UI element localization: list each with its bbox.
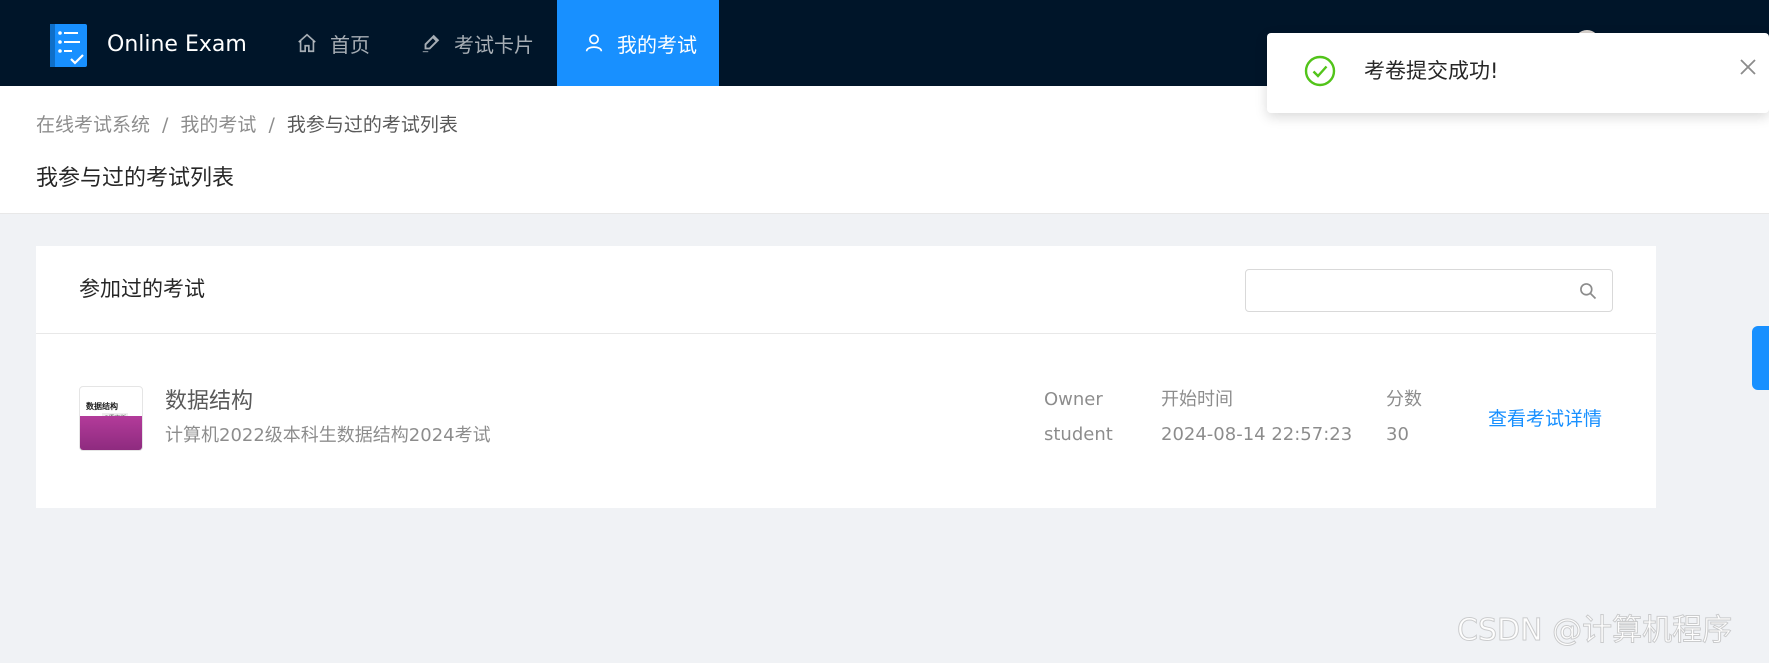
nav-label-my-exams: 我的考试: [617, 32, 697, 57]
owner-label: Owner: [1044, 389, 1103, 410]
nav-label-home: 首页: [330, 32, 370, 57]
check-circle-icon: [1304, 55, 1336, 87]
breadcrumb-item-my-exams[interactable]: 我的考试: [180, 111, 256, 139]
exam-list-card: 参加过的考试 数据结构 C语言版 数据结构 计算机2022级本科生数据结构202…: [36, 246, 1656, 508]
watermark-text: CSDN @计算机程序: [1456, 613, 1733, 649]
score-value: 30: [1386, 424, 1409, 445]
search-input[interactable]: [1256, 276, 1556, 306]
breadcrumb-item-system[interactable]: 在线考试系统: [36, 111, 150, 139]
cover-title: 数据结构: [86, 402, 118, 411]
start-time-column: 开始时间 2024-08-14 22:57:23: [1161, 386, 1352, 449]
success-notification: 考卷提交成功!: [1267, 33, 1769, 113]
nav-item-home[interactable]: 首页: [296, 0, 370, 86]
user-icon: [585, 34, 603, 52]
search-icon[interactable]: [1578, 281, 1598, 301]
owner-column: Owner student: [1044, 386, 1113, 449]
app-logo-icon: [50, 24, 87, 67]
home-icon: [298, 33, 316, 53]
score-column: 分数 30: [1386, 386, 1422, 449]
nav-label-exam-cards: 考试卡片: [454, 32, 534, 57]
exam-title[interactable]: 数据结构: [165, 386, 253, 418]
search-box[interactable]: [1245, 269, 1613, 312]
page-title: 我参与过的考试列表: [36, 166, 235, 191]
nav-item-exam-cards[interactable]: 考试卡片: [420, 0, 534, 86]
breadcrumb: 在线考试系统 / 我的考试 / 我参与过的考试列表: [36, 111, 458, 139]
exam-cover-image: 数据结构 C语言版: [79, 386, 143, 451]
brand-name[interactable]: Online Exam: [107, 29, 247, 61]
cover-band: [80, 416, 142, 450]
breadcrumb-separator: /: [268, 114, 275, 136]
card-title: 参加过的考试: [79, 277, 205, 301]
nav-item-my-exams[interactable]: 我的考试: [557, 0, 719, 86]
breadcrumb-separator: /: [162, 114, 169, 136]
edit-icon: [422, 34, 440, 53]
owner-value: student: [1044, 424, 1113, 445]
breadcrumb-item-current: 我参与过的考试列表: [286, 114, 458, 136]
start-time-value: 2024-08-14 22:57:23: [1161, 424, 1353, 445]
exam-description: 计算机2022级本科生数据结构2024考试: [165, 425, 491, 446]
view-exam-detail-link[interactable]: 查看考试详情: [1488, 405, 1602, 433]
notification-message: 考卷提交成功!: [1364, 59, 1499, 83]
score-label: 分数: [1386, 389, 1422, 410]
card-header: 参加过的考试: [36, 246, 1656, 334]
list-item: 数据结构 C语言版 数据结构 计算机2022级本科生数据结构2024考试 Own…: [36, 334, 1656, 508]
side-drawer-handle[interactable]: [1752, 326, 1769, 390]
start-time-label: 开始时间: [1161, 389, 1233, 410]
close-icon[interactable]: [1739, 58, 1757, 76]
